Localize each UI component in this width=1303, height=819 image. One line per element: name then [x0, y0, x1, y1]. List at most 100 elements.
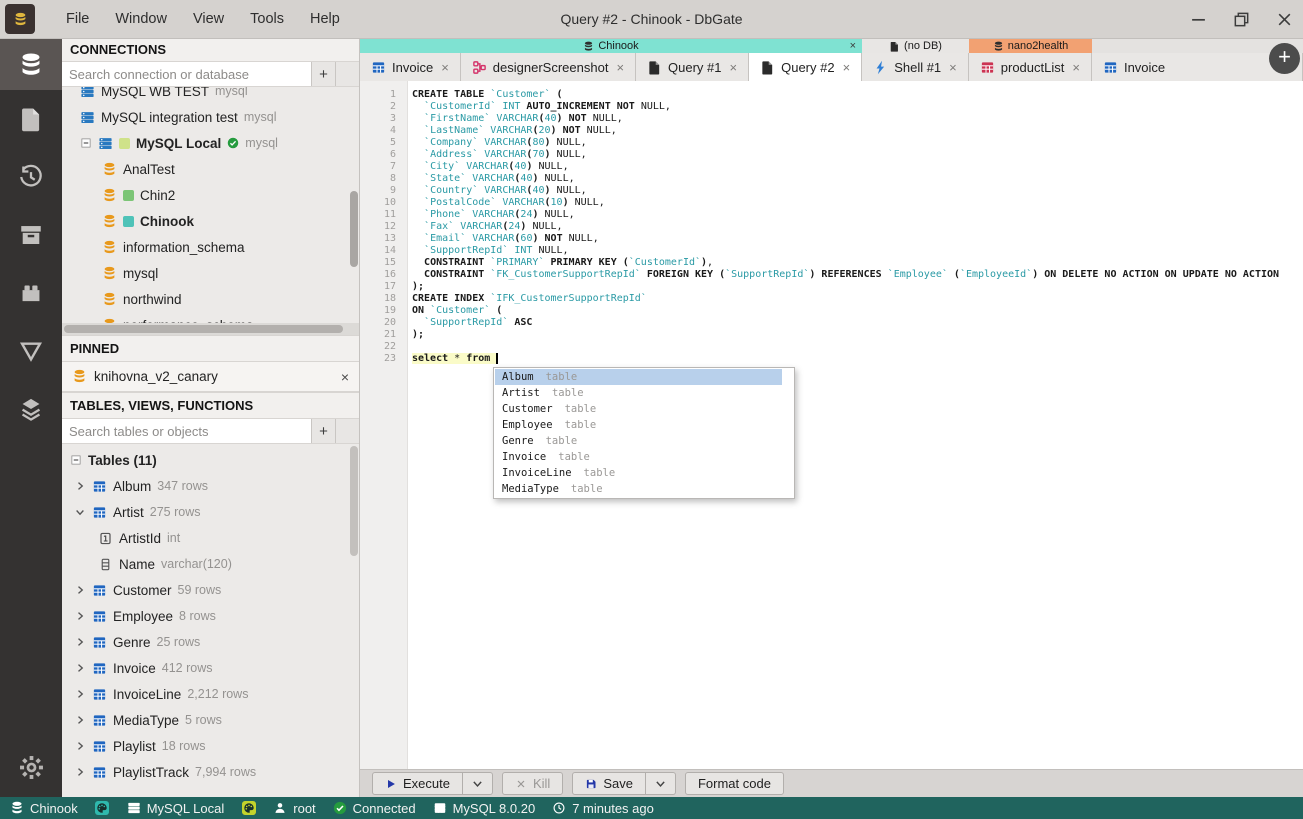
connection-item-chinook[interactable]: Chinook	[62, 208, 359, 234]
object-item-playlisttrack[interactable]: PlaylistTrack 7,994 rows	[62, 759, 359, 785]
refresh-objects-button[interactable]	[335, 419, 359, 443]
collapse-expander[interactable]	[70, 454, 82, 466]
object-item-customer[interactable]: Customer 59 rows	[62, 577, 359, 603]
new-tab-button[interactable]: +	[1269, 43, 1300, 74]
objects-scrollbar-thumb[interactable]	[350, 446, 358, 556]
object-item-employee[interactable]: Employee 8 rows	[62, 603, 359, 629]
connections-search-input[interactable]	[62, 62, 311, 86]
menu-window[interactable]: Window	[102, 0, 180, 38]
status-mysql-local[interactable]: MySQL Local	[127, 801, 224, 816]
autocomplete-item-genre[interactable]: Genre table	[495, 433, 782, 449]
close-tab-icon[interactable]: ×	[1072, 60, 1080, 75]
add-connection-button[interactable]: +	[311, 62, 335, 86]
object-item-album[interactable]: Album 347 rows	[62, 473, 359, 499]
connection-item-analtest[interactable]: AnalTest	[62, 156, 359, 182]
menu-file[interactable]: File	[53, 0, 102, 38]
object-item-genre[interactable]: Genre 25 rows	[62, 629, 359, 655]
menu-help[interactable]: Help	[297, 0, 353, 38]
unpin-icon[interactable]: ×	[341, 369, 349, 385]
activitybar-database[interactable]	[0, 39, 62, 90]
close-tab-icon[interactable]: ×	[949, 60, 957, 75]
object-item-invoiceline[interactable]: InvoiceLine 2,212 rows	[62, 681, 359, 707]
execute-button[interactable]: Execute	[372, 772, 463, 795]
object-item-tables-11[interactable]: Tables (11)	[62, 447, 359, 473]
close-tab-icon[interactable]: ×	[843, 60, 851, 75]
close-button[interactable]	[1276, 11, 1293, 28]
chevron-right-icon[interactable]	[74, 740, 86, 752]
autocomplete-item-customer[interactable]: Customer table	[495, 401, 782, 417]
restore-button[interactable]	[1233, 11, 1250, 28]
execute-dropdown-button[interactable]	[462, 772, 493, 795]
tab-group-band-nano2health[interactable]: nano2health	[969, 39, 1092, 53]
tab-group-band-chinook[interactable]: Chinook ×	[360, 39, 862, 53]
status-7-minutes-ago[interactable]: 7 minutes ago	[552, 801, 654, 816]
refresh-connections-button[interactable]	[335, 62, 359, 86]
chevron-down-icon[interactable]	[74, 506, 86, 518]
connection-item-mysql[interactable]: mysql	[62, 260, 359, 286]
chevron-right-icon[interactable]	[74, 662, 86, 674]
autocomplete-item-artist[interactable]: Artist table	[495, 385, 782, 401]
add-object-button[interactable]: +	[311, 419, 335, 443]
autocomplete-item-invoiceline[interactable]: InvoiceLine table	[495, 465, 782, 481]
tab-productlist[interactable]: productList ×	[968, 53, 1092, 81]
tab-invoice[interactable]: Invoice ×	[360, 53, 461, 81]
close-tab-icon[interactable]: ×	[441, 60, 449, 75]
connection-item-chin2[interactable]: Chin2	[62, 182, 359, 208]
menu-view[interactable]: View	[180, 0, 237, 38]
collapse-expander[interactable]	[80, 137, 92, 149]
connection-item-mysql-wb-test[interactable]: MySQL WB TEST mysql	[62, 87, 359, 104]
activitybar-history[interactable]	[0, 148, 62, 206]
connection-item-mysql-integration-test[interactable]: MySQL integration test mysql	[62, 104, 359, 130]
autocomplete-item-employee[interactable]: Employee table	[495, 417, 782, 433]
chevron-right-icon[interactable]	[74, 480, 86, 492]
chevron-right-icon[interactable]	[74, 688, 86, 700]
objects-search-input[interactable]	[62, 419, 311, 443]
chevron-right-icon[interactable]	[74, 610, 86, 622]
object-item-name[interactable]: Name varchar(120)	[62, 551, 359, 577]
format-code-button[interactable]: Format code	[684, 772, 784, 795]
chevron-right-icon[interactable]	[74, 636, 86, 648]
chevron-right-icon[interactable]	[74, 584, 86, 596]
activitybar-settings[interactable]	[0, 743, 62, 791]
connection-item-mysql-local[interactable]: MySQL Local mysql	[62, 130, 359, 156]
connections-hscrollbar[interactable]	[62, 323, 359, 335]
close-tab-icon[interactable]: ×	[616, 60, 624, 75]
status-mysql-8-0-20[interactable]: MySQL 8.0.20	[433, 801, 535, 816]
object-item-artist[interactable]: Artist 275 rows	[62, 499, 359, 525]
chevron-right-icon[interactable]	[74, 766, 86, 778]
autocomplete-item-invoice[interactable]: Invoice table	[495, 449, 782, 465]
status-chinook[interactable]: Chinook	[10, 801, 78, 816]
tab-query-2[interactable]: Query #2 ×	[749, 53, 863, 81]
pinned-item-knihovna-v2-canary[interactable]: knihovna_v2_canary ×	[62, 362, 359, 392]
save-dropdown-button[interactable]	[645, 772, 676, 795]
connection-item-northwind[interactable]: northwind	[62, 286, 359, 312]
close-tab-icon[interactable]: ×	[730, 60, 738, 75]
activitybar-plugins[interactable]	[0, 264, 62, 322]
activitybar-archive[interactable]	[0, 206, 62, 264]
status-root[interactable]: root	[273, 801, 316, 816]
tab-designerscreenshot[interactable]: designerScreenshot ×	[460, 53, 637, 81]
connections-hscrollbar-thumb[interactable]	[64, 325, 344, 333]
status-theme-chip[interactable]	[95, 801, 110, 816]
close-group-icon[interactable]: ×	[850, 39, 856, 53]
object-item-invoice[interactable]: Invoice 412 rows	[62, 655, 359, 681]
object-item-artistid[interactable]: 1 ArtistId int	[62, 525, 359, 551]
autocomplete-item-mediatype[interactable]: MediaType table	[495, 481, 782, 497]
tab-group-band-no-db[interactable]: (no DB)	[862, 39, 969, 53]
object-item-mediatype[interactable]: MediaType 5 rows	[62, 707, 359, 733]
connections-scrollbar-thumb[interactable]	[350, 191, 358, 267]
chevron-right-icon[interactable]	[74, 714, 86, 726]
save-button[interactable]: Save	[572, 772, 646, 795]
tab-query-1[interactable]: Query #1 ×	[636, 53, 750, 81]
activitybar-filter[interactable]	[0, 322, 62, 380]
status-connected[interactable]: Connected	[333, 801, 416, 816]
autocomplete-item-album[interactable]: Album table	[495, 369, 782, 385]
connection-item-information-schema[interactable]: information_schema	[62, 234, 359, 260]
menu-tools[interactable]: Tools	[237, 0, 297, 38]
status-theme-chip[interactable]	[241, 801, 256, 816]
minimize-button[interactable]	[1190, 11, 1207, 28]
tab-shell-1[interactable]: Shell #1 ×	[862, 53, 969, 81]
activitybar-files[interactable]	[0, 90, 62, 148]
activitybar-layers[interactable]	[0, 380, 62, 438]
object-item-playlist[interactable]: Playlist 18 rows	[62, 733, 359, 759]
